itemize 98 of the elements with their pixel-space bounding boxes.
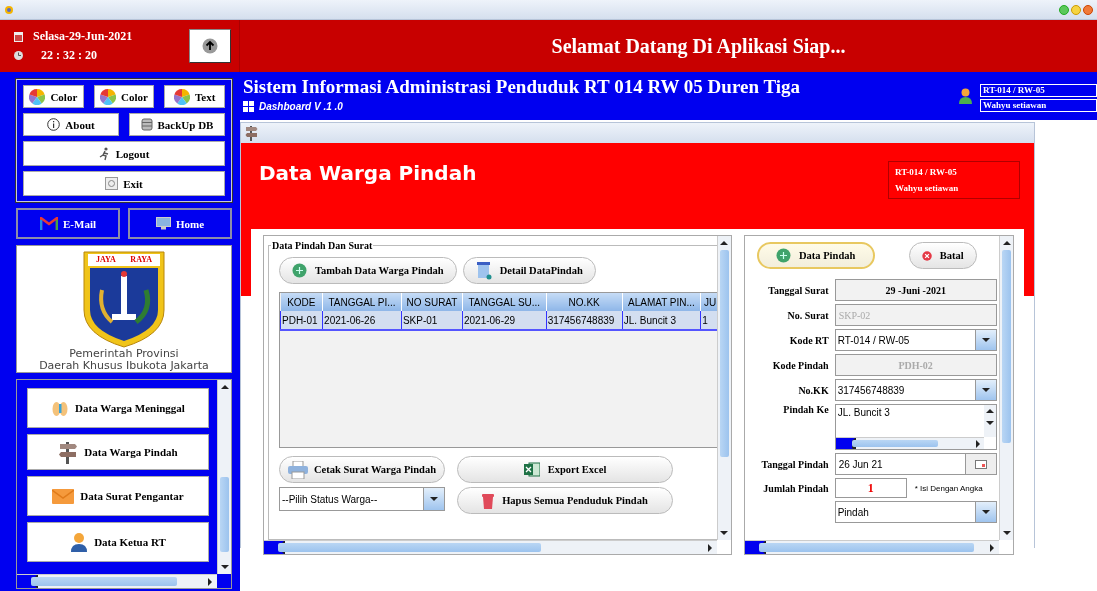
field-label: No. Surat (786, 309, 829, 321)
delete-all-button[interactable]: Hapus Semua Penduduk Pindah (457, 487, 673, 514)
color-button[interactable]: Text (164, 85, 225, 108)
vertical-scrollbar[interactable] (999, 236, 1013, 540)
maximize-button[interactable] (1059, 4, 1069, 15)
person-icon (959, 88, 972, 104)
document-icon (475, 261, 492, 280)
user-name: Wahyu setiawan (895, 183, 960, 193)
display-field: 29 -Juni -2021 (834, 279, 997, 301)
feet-icon (51, 399, 70, 417)
arrow-up-icon (202, 38, 218, 54)
page-title: Data Warga Pindah (259, 161, 477, 187)
color-button[interactable]: Color (93, 85, 155, 108)
envelope-icon (52, 488, 75, 504)
dropdown[interactable]: RT-014 / RW-05 (834, 329, 997, 351)
column-header[interactable]: NO.KK (546, 293, 623, 311)
dropdown[interactable]: 317456748839 (834, 379, 997, 401)
display-field: PDH-02 (834, 354, 997, 376)
rt-label: RT-014 / RW-05 (980, 84, 1097, 97)
mail-icon (40, 217, 58, 230)
date-text: Selasa-29-Jun-2021 (33, 29, 133, 44)
dropdown[interactable]: Pindah (834, 501, 997, 523)
column-header[interactable]: KODE (280, 293, 323, 311)
vertical-scrollbar[interactable] (716, 236, 731, 540)
export-excel-button[interactable]: Export Excel (457, 456, 673, 483)
motto-text: RAYA (130, 255, 152, 264)
text-area[interactable]: JL. Buncit 3 (834, 404, 997, 450)
table-row[interactable]: PDH-01 2021-06-26 SKP-01 2021-06-29 317456748839 JL. Buncit 3 1 (280, 311, 717, 330)
info-icon (47, 118, 61, 131)
monitor-icon (155, 217, 171, 230)
add-button[interactable]: Tambah Data Warga Pindah (279, 257, 457, 284)
field-label: No.KK (797, 384, 829, 396)
database-icon (140, 118, 153, 131)
logout-button[interactable]: Logout (23, 141, 225, 166)
status-dropdown[interactable]: --Pilih Status Warga-- (279, 487, 445, 511)
field-label: Pindah Ke (782, 404, 829, 415)
cancel-button[interactable]: Batal (908, 242, 977, 269)
column-header[interactable]: TANGGAL SU... (462, 293, 547, 311)
field-label: Jumlah Pindah (762, 482, 829, 494)
field-label: Kode RT (788, 334, 829, 346)
date-field[interactable]: 26 Jun 21 (834, 453, 966, 475)
group-title: Data Pindah Dan Surat (271, 240, 374, 251)
version-text: Dashboard V .1 .0 (259, 101, 343, 112)
horizontal-scrollbar[interactable] (264, 540, 717, 554)
field-label: Tanggal Pindah (760, 458, 829, 470)
field-label: Kode Pindah (771, 359, 829, 371)
vertical-scrollbar[interactable] (217, 380, 231, 574)
app-icon (4, 3, 14, 16)
mail-button[interactable]: E-Mail (16, 208, 120, 239)
menu-button[interactable]: Data Ketua RT (27, 522, 209, 562)
column-header[interactable]: TANGGAL PI... (322, 293, 402, 311)
app-title: Sistem Informasi Administrasi Penduduk RT 014 RW 05 Duren Tiga (243, 76, 800, 98)
person-icon (70, 532, 89, 552)
rt-label: RT-014 / RW-05 (895, 167, 958, 177)
about-button[interactable]: About (23, 113, 119, 136)
signpost-icon (245, 125, 258, 141)
field-label: Tanggal Surat (767, 284, 829, 296)
plus-circle-icon (776, 248, 791, 263)
color-button[interactable]: Color (23, 85, 84, 108)
column-header[interactable]: ALAMAT PIN... (622, 293, 701, 311)
calendar-button[interactable] (965, 453, 997, 475)
calendar-icon (974, 459, 987, 469)
menu-button[interactable]: Data Warga Meninggal (27, 388, 209, 428)
color-wheel-icon (173, 88, 190, 105)
number-field[interactable]: 1 (834, 478, 907, 498)
hint-text: * Isi Dengan Angka (914, 483, 983, 493)
color-wheel-icon (100, 88, 117, 105)
running-person-icon (98, 146, 111, 161)
coat-of-arms-icon (82, 250, 166, 348)
exit-button[interactable]: Exit (23, 171, 225, 196)
detail-button[interactable]: Detail DataPindah (462, 257, 596, 284)
time-text: 22 : 32 : 20 (40, 48, 97, 63)
up-button[interactable] (189, 29, 231, 63)
exit-icon (105, 177, 119, 190)
menu-button[interactable]: Data Surat Pengantar (27, 476, 209, 516)
clock-icon (14, 51, 23, 60)
motto-text: JAYA (96, 255, 116, 264)
print-button[interactable]: Cetak Surat Warga Pindah (279, 456, 445, 483)
trash-icon (482, 492, 495, 509)
column-header[interactable]: NO SURAT (401, 293, 463, 311)
add-button[interactable]: Data Pindah (756, 242, 875, 269)
menu-button[interactable]: Data Warga Pindah (27, 434, 209, 470)
minimize-button[interactable] (1071, 4, 1081, 15)
backup-button[interactable]: BackUp DB (129, 113, 225, 136)
horizontal-scrollbar[interactable] (17, 574, 217, 588)
close-button[interactable] (1083, 4, 1093, 15)
welcome-title: Selamat Datang Di Aplikasi Siap... (550, 33, 847, 60)
home-button[interactable]: Home (128, 208, 232, 239)
calendar-icon (14, 31, 23, 42)
logo-caption: Pemerintah Provinsi Daerah Khusus Ibukota Jakarta (39, 348, 209, 372)
plus-circle-icon (292, 263, 307, 278)
printer-icon (287, 460, 308, 479)
grid-icon (243, 101, 254, 112)
color-wheel-icon (29, 88, 46, 105)
signpost-icon (58, 440, 79, 464)
user-name: Wahyu setiawan (980, 99, 1097, 112)
spreadsheet-icon (523, 462, 540, 477)
horizontal-scrollbar[interactable] (744, 540, 999, 554)
